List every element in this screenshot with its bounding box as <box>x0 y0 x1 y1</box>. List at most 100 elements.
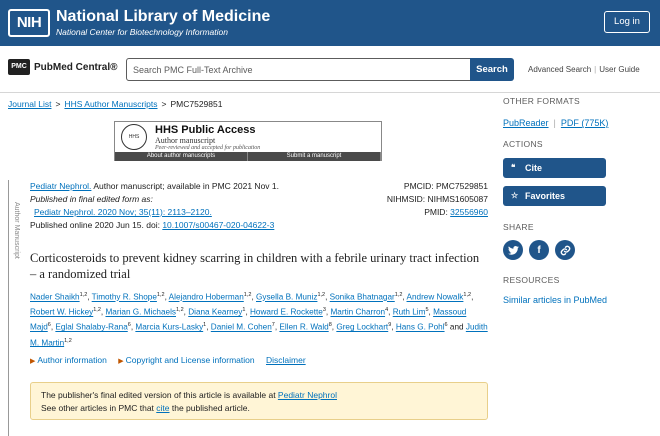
hhs-title: HHS Public Access <box>155 123 256 136</box>
publisher-journal-link[interactable]: Pediatr Nephrol <box>278 390 337 400</box>
author-link[interactable]: Marian G. Michaels <box>105 308 176 317</box>
hhs-public-access-banner: HHS HHS Public Access Author manuscript … <box>114 121 382 161</box>
pmid-label: PMID: <box>424 207 451 217</box>
author-link[interactable]: Daniel M. Cohen <box>211 323 272 332</box>
author-link[interactable]: Hans G. Pohl <box>396 323 445 332</box>
separator: | <box>553 118 556 128</box>
breadcrumb-separator: > <box>161 99 167 109</box>
cite-link[interactable]: cite <box>156 403 169 413</box>
pubreader-link[interactable]: PubReader <box>503 118 549 128</box>
notice-line2-text: See other articles in PMC that <box>41 403 157 413</box>
notice-line1-text: The publisher's final edited version of … <box>41 390 278 400</box>
author-affiliation: 1,2 <box>394 292 403 298</box>
journal-link[interactable]: Pediatr Nephrol. <box>30 181 91 191</box>
breadcrumb-separator: > <box>55 99 61 109</box>
published-online-text: Published online 2020 Jun 15. doi: <box>30 220 163 230</box>
author-link[interactable]: Howard E. Rockette <box>250 308 323 317</box>
journal-reference-link[interactable]: Pediatr Nephrol. 2020 Nov; 35(11): 2113–… <box>34 207 212 217</box>
nih-logo[interactable]: NIH <box>8 9 50 37</box>
about-author-manuscripts-link[interactable]: About author manuscripts <box>115 152 248 161</box>
author-link[interactable]: Ruth Lim <box>393 308 426 317</box>
breadcrumb-hhs-manuscripts[interactable]: HHS Author Manuscripts <box>64 99 157 109</box>
nih-title[interactable]: National Library of Medicine <box>56 8 270 26</box>
link-icon[interactable] <box>555 240 575 260</box>
author-list: Nader Shaikh1,2, Timothy R. Shope1,2, Al… <box>30 292 488 348</box>
author-affiliation: 8 <box>328 322 332 329</box>
breadcrumb-current: PMC7529851 <box>170 99 223 109</box>
publisher-version-notice: The publisher's final edited version of … <box>30 382 488 420</box>
author-affiliation: 1,2 <box>176 307 184 314</box>
submit-manuscript-link[interactable]: Submit a manuscript <box>248 152 381 161</box>
favorites-button[interactable]: ☆ Favorites <box>503 186 606 206</box>
citation-block: Pediatr Nephrol. Author manuscript; avai… <box>30 180 370 232</box>
search-links: Advanced Search | User Guide <box>528 65 640 74</box>
twitter-icon[interactable] <box>503 240 523 260</box>
author-link[interactable]: Eglal Shalaby-Rana <box>55 323 127 332</box>
author-link[interactable]: Andrew Nowalk <box>407 293 464 302</box>
author-affiliation: 5 <box>425 307 429 314</box>
author-link[interactable]: Diana Kearney <box>188 308 242 317</box>
pmc-logo-icon: PMC <box>8 59 30 75</box>
author-link[interactable]: Marcia Kurs-Lasky <box>135 323 203 332</box>
author-affiliation: 1 <box>203 322 207 329</box>
resources-heading: RESOURCES <box>503 275 560 285</box>
separator: | <box>594 65 597 74</box>
nih-header: NIH National Library of Medicine Nationa… <box>0 0 660 46</box>
user-guide-link[interactable]: User Guide <box>599 65 639 74</box>
author-affiliation: 3 <box>322 307 326 314</box>
author-affiliation: 1 <box>242 307 246 314</box>
search-input[interactable] <box>126 58 471 81</box>
facebook-icon[interactable]: f <box>529 240 549 260</box>
search-bar-row: PMC PubMed Central® Search Advanced Sear… <box>0 46 660 93</box>
doi-link[interactable]: 10.1007/s00467-020-04622-3 <box>162 220 274 230</box>
pmid-link[interactable]: 32556960 <box>450 207 488 217</box>
pdf-link[interactable]: PDF (775K) <box>561 118 609 128</box>
author-affiliation: 1,2 <box>156 292 165 298</box>
login-button[interactable]: Log in <box>604 11 650 33</box>
author-link[interactable]: Ellen R. Wald <box>279 323 328 332</box>
disclaimer-link[interactable]: Disclaimer <box>266 355 306 365</box>
resources-links: Similar articles in PubMed <box>503 295 653 305</box>
author-information-link[interactable]: Author information <box>37 355 106 365</box>
author-manuscript-rail-label: Author Manuscript <box>13 202 20 259</box>
author-link[interactable]: Timothy R. Shope <box>92 293 157 302</box>
format-links: PubReader | PDF (775K) <box>503 118 653 128</box>
similar-articles-link[interactable]: Similar articles in PubMed <box>503 295 607 305</box>
advanced-search-link[interactable]: Advanced Search <box>528 65 591 74</box>
identifiers-block: PMCID: PMC7529851 NIHMSID: NIHMS1605087 … <box>370 180 488 219</box>
expand-triangle-icon: ▶ <box>118 358 124 365</box>
authors-and: and <box>449 323 464 333</box>
author-link[interactable]: Martin Charron <box>330 308 385 317</box>
actions-heading: ACTIONS <box>503 139 543 149</box>
author-affiliation: 1,2 <box>93 307 101 314</box>
author-affiliation: 1,2 <box>79 292 88 298</box>
pmc-logo[interactable]: PMC PubMed Central® <box>8 59 118 75</box>
author-link[interactable]: Sonika Bhatnagar <box>330 293 395 302</box>
hhs-note: Peer-reviewed and accepted for publicati… <box>155 144 261 151</box>
quote-icon: ❝ <box>511 163 516 172</box>
author-affiliation: 1,2 <box>463 292 472 298</box>
search-button[interactable]: Search <box>470 58 514 81</box>
author-link[interactable]: Nader Shaikh <box>30 293 80 302</box>
author-affiliation: 4 <box>385 307 389 314</box>
author-link[interactable]: Alejandro Hoberman <box>169 293 244 302</box>
share-heading: SHARE <box>503 222 534 232</box>
published-final-label: Published in final edited form as: <box>30 194 153 204</box>
copyright-license-link[interactable]: Copyright and License information <box>126 355 255 365</box>
other-formats-heading: OTHER FORMATS <box>503 96 580 106</box>
author-link[interactable]: Greg Lockhart <box>336 323 388 332</box>
nih-subtitle: National Center for Biotechnology Inform… <box>56 27 228 37</box>
right-sidebar: OTHER FORMATS PubReader | PDF (775K) ACTIO… <box>503 96 653 305</box>
breadcrumb-journal-list[interactable]: Journal List <box>8 99 51 109</box>
favorites-button-label: Favorites <box>525 191 566 201</box>
author-affiliation: 6 <box>47 322 51 329</box>
hhs-subtitle: Author manuscript <box>155 135 216 145</box>
author-link[interactable]: Gysella B. Muniz <box>256 293 317 302</box>
notice-line2-suffix: the published article. <box>169 403 250 413</box>
author-affiliation: 6 <box>127 322 131 329</box>
share-buttons: f <box>503 240 653 260</box>
cite-button[interactable]: ❝ Cite <box>503 158 606 178</box>
availability-text: Author manuscript; available in PMC 2021… <box>91 181 279 191</box>
author-link[interactable]: Robert W. Hickey <box>30 308 93 317</box>
author-manuscript-rail: Author Manuscript <box>8 180 20 436</box>
